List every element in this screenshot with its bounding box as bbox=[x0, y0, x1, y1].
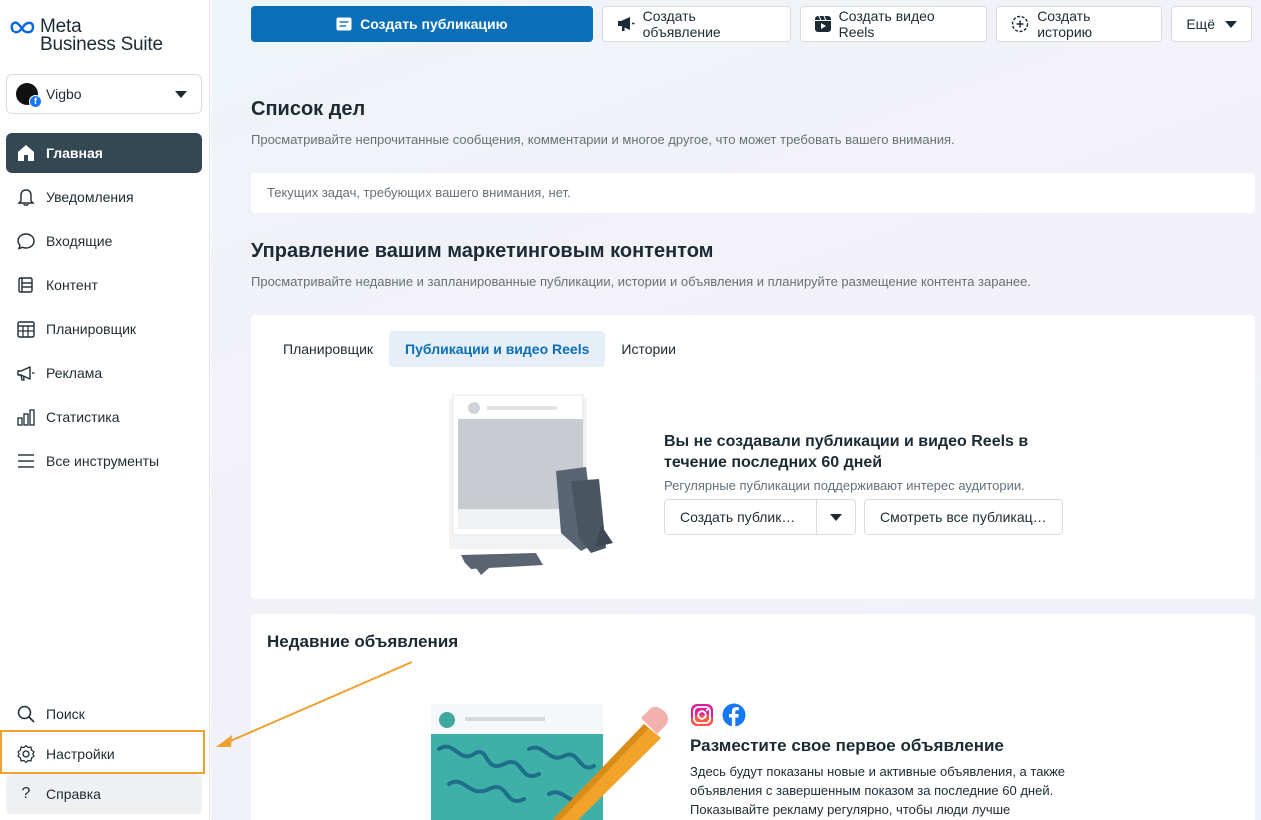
account-name: Vigbo bbox=[46, 86, 82, 102]
empty-posts-subtitle: Регулярные публикации поддерживают интер… bbox=[664, 478, 1025, 493]
marketing-subtitle: Просматривайте недавние и запланированны… bbox=[251, 274, 1031, 289]
post-icon bbox=[336, 17, 352, 31]
nav-label: Настройки bbox=[46, 746, 115, 762]
caret-down-icon bbox=[1225, 20, 1237, 28]
todo-title: Список дел bbox=[251, 98, 366, 120]
avatar: f bbox=[16, 83, 42, 108]
main-nav: Главная Уведомления Входящие Контент Пла… bbox=[6, 133, 202, 485]
nav-item-settings[interactable]: Настройки bbox=[6, 734, 202, 774]
create-post-dropdown-main[interactable]: Создать публик… bbox=[665, 500, 817, 534]
story-icon bbox=[1011, 15, 1029, 33]
home-icon bbox=[16, 143, 36, 163]
create-post-button[interactable]: Создать публикацию bbox=[251, 6, 593, 42]
create-post-dropdown-arrow[interactable] bbox=[817, 500, 855, 534]
ads-illustration bbox=[429, 704, 668, 820]
bar-chart-icon bbox=[16, 407, 36, 427]
create-story-label: Создать историю bbox=[1037, 8, 1093, 40]
sidebar: Meta Business Suite f Vigbo Главная Увед… bbox=[0, 0, 210, 820]
meta-infinity-icon bbox=[10, 21, 35, 34]
ads-description: Здесь будут показаны новые и активные об… bbox=[690, 764, 1066, 817]
nav-label: Реклама bbox=[46, 365, 103, 381]
nav-item-home[interactable]: Главная bbox=[6, 133, 202, 173]
nav-item-ads[interactable]: Реклама bbox=[6, 353, 202, 393]
gear-icon bbox=[16, 744, 36, 764]
nav-label: Статистика bbox=[46, 409, 120, 425]
megaphone-icon bbox=[16, 363, 36, 383]
tab-posts-reels[interactable]: Публикации и видео Reels bbox=[389, 331, 606, 367]
search-icon bbox=[16, 704, 36, 724]
tab-stories[interactable]: Истории bbox=[605, 331, 692, 367]
create-story-button[interactable]: Создать историю bbox=[996, 6, 1163, 42]
empty-posts-title: Вы не создавали публикации и видео Reels… bbox=[664, 433, 1029, 471]
content-tabs: Планировщик Публикации и видео Reels Ист… bbox=[267, 331, 692, 367]
instagram-icon bbox=[691, 704, 713, 726]
facebook-badge-icon: f bbox=[29, 95, 42, 108]
account-switcher[interactable]: f Vigbo bbox=[6, 74, 202, 114]
nav-item-planner[interactable]: Планировщик bbox=[6, 309, 202, 349]
recent-ads-title: Недавние объявления bbox=[267, 632, 459, 651]
nav-item-all-tools[interactable]: Все инструменты bbox=[6, 441, 202, 481]
nav-label: Главная bbox=[46, 145, 103, 161]
nav-item-help[interactable]: ? Справка bbox=[6, 774, 202, 814]
caret-down-icon bbox=[175, 91, 187, 98]
nav-item-notifications[interactable]: Уведомления bbox=[6, 177, 202, 217]
ads-heading: Разместите свое первое объявление bbox=[690, 736, 1004, 755]
marketing-title: Управление вашим маркетинговым контентом bbox=[251, 240, 714, 262]
view-all-posts-button[interactable]: Смотреть все публикац… bbox=[864, 499, 1063, 535]
tab-planner[interactable]: Планировщик bbox=[267, 331, 389, 367]
marketing-card: Планировщик Публикации и видео Reels Ист… bbox=[251, 315, 1255, 599]
more-button[interactable]: Ещё bbox=[1171, 6, 1252, 42]
main-content: Создать публикацию Создать объявление Со… bbox=[211, 0, 1261, 820]
brand-line2: Business Suite bbox=[40, 34, 163, 55]
bell-icon bbox=[16, 187, 36, 207]
create-ad-button[interactable]: Создать объявление bbox=[601, 6, 791, 42]
nav-item-stats[interactable]: Статистика bbox=[6, 397, 202, 437]
create-post-split-button: Создать публик… bbox=[664, 499, 856, 535]
facebook-icon bbox=[722, 703, 746, 727]
action-bar: Создать публикацию Создать объявление Со… bbox=[251, 6, 1261, 42]
nav-label: Планировщик bbox=[46, 321, 137, 337]
menu-icon bbox=[16, 451, 36, 471]
todo-empty-box: Текущих задач, требующих вашего внимания… bbox=[251, 173, 1255, 213]
todo-subtitle: Просматривайте непрочитанные сообщения, … bbox=[251, 132, 955, 147]
content-icon bbox=[16, 275, 36, 295]
calendar-icon bbox=[16, 319, 36, 339]
help-icon: ? bbox=[21, 785, 31, 802]
recent-ads-card: Недавние объявления Разместите свое перв… bbox=[251, 614, 1255, 820]
nav-label: Контент bbox=[46, 277, 98, 293]
todo-empty-text: Текущих задач, требующих вашего внимания… bbox=[267, 185, 571, 200]
nav-item-search[interactable]: Поиск bbox=[6, 694, 202, 734]
create-reels-label: Создать видео Reels bbox=[838, 8, 935, 40]
nav-item-inbox[interactable]: Входящие bbox=[6, 221, 202, 261]
create-reels-button[interactable]: Создать видео Reels bbox=[799, 6, 988, 42]
megaphone-icon bbox=[617, 16, 635, 32]
bottom-nav: Поиск Настройки ? Справка bbox=[6, 694, 202, 814]
nav-label: Поиск bbox=[46, 706, 85, 722]
caret-down-icon bbox=[830, 513, 842, 521]
create-post-label: Создать публикацию bbox=[360, 16, 508, 32]
nav-label: Справка bbox=[46, 786, 101, 802]
more-label: Ещё bbox=[1186, 16, 1215, 32]
nav-label: Уведомления bbox=[46, 189, 134, 205]
nav-label: Входящие bbox=[46, 233, 113, 249]
meta-logo[interactable]: Meta Business Suite bbox=[10, 17, 163, 55]
chat-bubble-icon bbox=[16, 231, 36, 251]
nav-label: Все инструменты bbox=[46, 453, 160, 469]
reels-icon bbox=[814, 16, 831, 32]
nav-item-content[interactable]: Контент bbox=[6, 265, 202, 305]
create-ad-label: Создать объявление bbox=[642, 8, 721, 40]
empty-posts-illustration bbox=[449, 394, 613, 575]
